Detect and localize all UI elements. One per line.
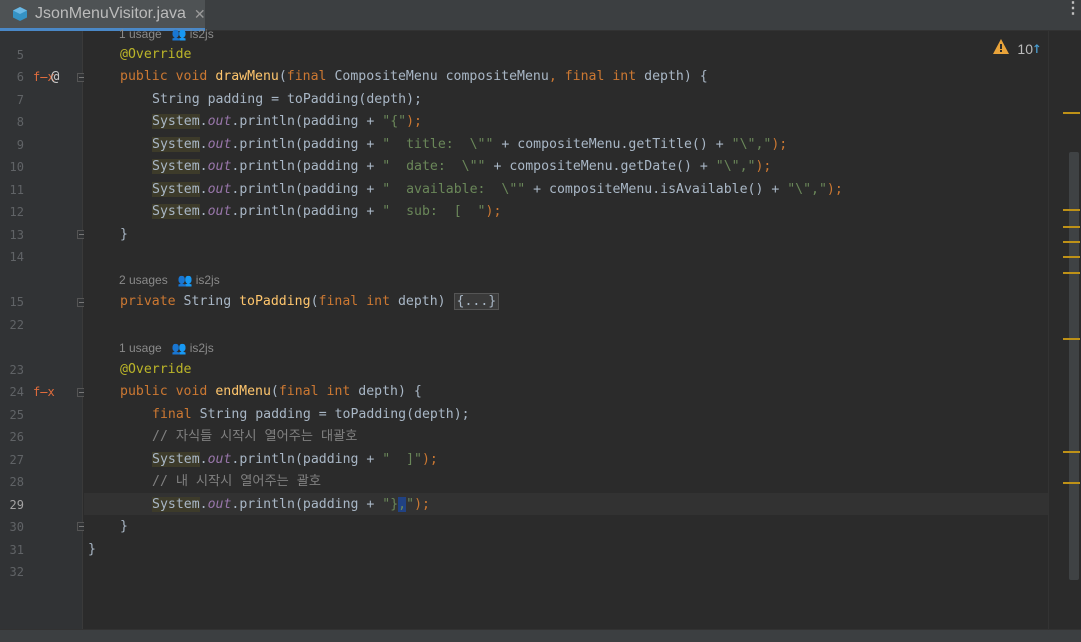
- author-name[interactable]: is2js: [190, 27, 214, 41]
- line-number[interactable]: 5: [0, 44, 24, 66]
- code-line-30: }: [120, 519, 128, 534]
- line-number[interactable]: 15: [0, 291, 24, 313]
- users-icon: 👥: [171, 27, 187, 41]
- users-icon: 👥: [171, 341, 187, 355]
- text-selection: ,: [398, 497, 407, 512]
- line-number[interactable]: 29: [0, 494, 24, 516]
- warning-marker[interactable]: [1063, 451, 1080, 453]
- tab-label: JsonMenuVisitor.java: [35, 5, 186, 22]
- vertical-scrollbar-thumb[interactable]: [1069, 152, 1079, 580]
- users-icon: 👥: [177, 273, 193, 287]
- code-line-11: System.out.println(padding + " available…: [152, 182, 843, 197]
- override-at-icon[interactable]: @: [51, 66, 59, 88]
- line-number[interactable]: 14: [0, 246, 24, 268]
- code-vision-hint[interactable]: 1 usage 👥 is2js: [119, 23, 214, 45]
- line-number[interactable]: 28: [0, 471, 24, 493]
- warning-marker[interactable]: [1063, 112, 1080, 114]
- usages-count[interactable]: 1 usage: [119, 27, 162, 41]
- warning-count: 10: [1017, 41, 1033, 57]
- line-number[interactable]: 12: [0, 201, 24, 223]
- code-line-29: System.out.println(padding + "},");: [152, 497, 430, 512]
- code-line-10: System.out.println(padding + " date: \""…: [152, 159, 772, 174]
- code-line-26: // 자식들 시작시 열어주는 대괄호: [152, 429, 358, 444]
- warning-marker[interactable]: [1063, 256, 1080, 258]
- line-number[interactable]: 13: [0, 224, 24, 246]
- code-line-31: }: [88, 542, 96, 557]
- warning-marker[interactable]: [1063, 272, 1080, 274]
- line-number[interactable]: 24: [0, 381, 24, 403]
- code-line-12: System.out.println(padding + " sub: [ ")…: [152, 204, 502, 219]
- line-number[interactable]: 30: [0, 516, 24, 538]
- close-icon[interactable]: ✕: [194, 6, 206, 23]
- warning-marker[interactable]: [1063, 482, 1080, 484]
- code-line-7: String padding = toPadding(depth);: [152, 92, 422, 107]
- usages-count[interactable]: 2 usages: [119, 273, 168, 287]
- warning-marker[interactable]: [1063, 226, 1080, 228]
- code-vision-hint[interactable]: 2 usages 👥 is2js: [119, 269, 220, 291]
- line-number[interactable]: 26: [0, 426, 24, 448]
- line-number[interactable]: 25: [0, 404, 24, 426]
- usages-count[interactable]: 1 usage: [119, 341, 162, 355]
- code-line-13: }: [120, 227, 128, 242]
- more-options-icon[interactable]: ⋮: [1065, 1, 1081, 17]
- line-number[interactable]: 22: [0, 314, 24, 336]
- line-number[interactable]: 32: [0, 561, 24, 583]
- line-number[interactable]: 6: [0, 66, 24, 88]
- implements-method-icon[interactable]: f̶x: [33, 381, 55, 403]
- warning-marker[interactable]: [1063, 338, 1080, 340]
- previous-highlight-arrow[interactable]: ↑: [1032, 38, 1042, 57]
- code-line-5: @Override: [120, 47, 192, 62]
- line-number[interactable]: 31: [0, 539, 24, 561]
- warning-icon: [993, 39, 1010, 59]
- line-number[interactable]: 27: [0, 449, 24, 471]
- line-number[interactable]: 7: [0, 89, 24, 111]
- code-line-23: @Override: [120, 362, 192, 377]
- line-number[interactable]: 11: [0, 179, 24, 201]
- status-bar: [0, 629, 1081, 642]
- line-number[interactable]: 23: [0, 359, 24, 381]
- warning-marker[interactable]: [1063, 209, 1080, 211]
- code-line-6: public void drawMenu(final CompositeMenu…: [120, 69, 708, 84]
- code-line-25: final String padding = toPadding(depth);: [152, 407, 470, 422]
- code-line-28: // 내 시작시 열어주는 괄호: [152, 474, 321, 489]
- line-number[interactable]: 9: [0, 134, 24, 156]
- inspection-widget[interactable]: 10: [993, 39, 1033, 59]
- java-class-icon: [12, 6, 28, 22]
- code-line-9: System.out.println(padding + " title: \"…: [152, 137, 788, 152]
- line-number[interactable]: 10: [0, 156, 24, 178]
- code-line-8: System.out.println(padding + "{");: [152, 114, 422, 129]
- code-vision-hint[interactable]: 1 usage 👥 is2js: [119, 337, 214, 359]
- warning-marker[interactable]: [1063, 241, 1080, 243]
- code-line-27: System.out.println(padding + " ]");: [152, 452, 438, 467]
- author-name[interactable]: is2js: [196, 273, 220, 287]
- line-number[interactable]: 8: [0, 111, 24, 133]
- folded-region[interactable]: {...}: [453, 293, 500, 310]
- code-line-24: public void endMenu(final int depth) {: [120, 384, 422, 399]
- author-name[interactable]: is2js: [190, 341, 214, 355]
- code-line-15: private String toPadding(final int depth…: [120, 291, 500, 313]
